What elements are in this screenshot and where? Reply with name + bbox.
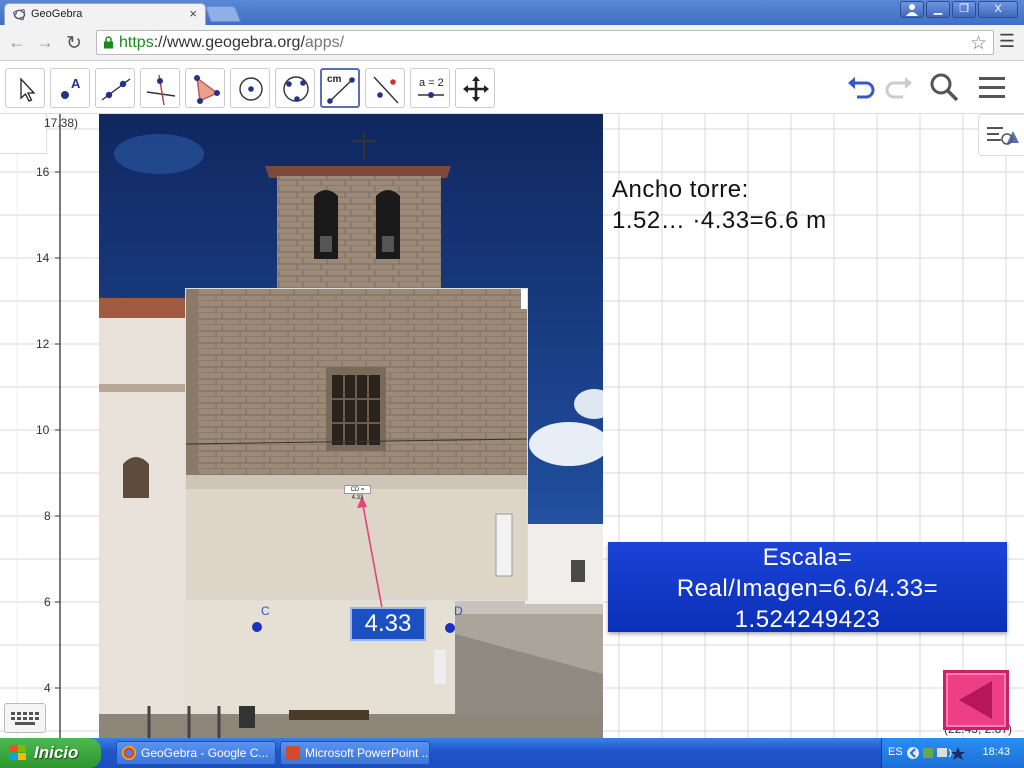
taskbar-item-chrome[interactable]: GeoGebra - Google C...	[116, 741, 276, 765]
lock-icon	[104, 36, 113, 49]
annotation-line-1: Ancho torre:	[612, 176, 749, 203]
annotation-line-2: 1.52… ·4.33=6.6 m	[612, 207, 827, 234]
windows-flag-icon	[9, 745, 26, 760]
close-window-button[interactable]: X	[978, 1, 1018, 18]
point-c[interactable]	[252, 622, 262, 632]
keyboard-button[interactable]	[4, 703, 46, 733]
reflect-tool-button[interactable]	[365, 68, 405, 108]
scale-line-2: Real/Imagen=6.6/4.33=	[676, 575, 939, 602]
user-icon[interactable]	[900, 1, 924, 18]
language-indicator[interactable]: ES	[888, 746, 903, 758]
new-tab-button[interactable]	[205, 6, 241, 22]
reload-icon[interactable]: ↻	[66, 32, 82, 55]
point-tool-button[interactable]: A	[50, 68, 90, 108]
start-label: Inicio	[34, 743, 79, 762]
point-c-label: C	[261, 604, 270, 618]
polygon-tool-button[interactable]	[185, 68, 225, 108]
window-controls: ▁ ❐ X	[900, 1, 1018, 18]
tab-title: GeoGebra	[31, 8, 83, 20]
main-menu-icon[interactable]	[976, 71, 1008, 103]
distance-cd-label: CD = 4.33	[344, 485, 371, 501]
browser-tab-geogebra[interactable]: GeoGebra ×	[4, 3, 206, 25]
chrome-icon	[122, 746, 136, 760]
keyboard-icon	[11, 712, 39, 725]
bookmark-star-icon[interactable]: ☆	[970, 32, 987, 55]
line-tool-button[interactable]	[95, 68, 135, 108]
minimize-button[interactable]: ▁	[926, 1, 950, 18]
back-button[interactable]	[943, 670, 1009, 730]
url-text: https://www.geogebra.org/apps/	[119, 34, 344, 52]
circle-center-point-tool-button[interactable]	[230, 68, 270, 108]
forward-arrow-icon[interactable]: →	[36, 32, 54, 53]
screen: GeoGebra × ▁ ❐ X ← → ↻ https://www.geoge…	[0, 0, 1024, 768]
back-triangle-icon	[959, 681, 992, 719]
scale-text-box[interactable]: Escala= Real/Imagen=6.6/4.33= 1.52424942…	[608, 542, 1007, 633]
move-tool-button[interactable]	[5, 68, 45, 108]
browser-address-bar: ← → ↻ https://www.geogebra.org/apps/ ☆ ☰	[0, 25, 1024, 61]
scale-line-3: 1.524249423	[734, 606, 881, 633]
style-bar-toggle-button[interactable]	[978, 114, 1024, 156]
url-path: apps/	[304, 34, 345, 51]
browser-menu-icon[interactable]: ☰	[999, 31, 1015, 52]
svg-text:A: A	[71, 76, 81, 91]
windows-taskbar: Inicio GeoGebra - Google C... Microsoft …	[0, 738, 1024, 768]
scale-line-1: Escala=	[762, 544, 853, 571]
powerpoint-icon	[286, 746, 300, 760]
tower-width-annotation[interactable]: Ancho torre: 1.52… ·4.33=6.6 m	[612, 174, 827, 236]
slider-tool-button[interactable]: a = 2	[410, 68, 450, 108]
system-tray: ES 18:43	[881, 738, 1024, 768]
point-d-label: D	[454, 604, 463, 618]
geogebra-toolbar: A cm a = 2	[0, 61, 1024, 114]
url-field[interactable]: https://www.geogebra.org/apps/ ☆	[96, 30, 994, 55]
start-button[interactable]: Inicio	[0, 738, 101, 768]
taskbar-item-label: Microsoft PowerPoint ...	[305, 746, 430, 760]
distance-value-box[interactable]: 4.33	[350, 607, 426, 641]
taskbar-item-powerpoint[interactable]: Microsoft PowerPoint ...	[280, 741, 430, 765]
url-scheme: https	[119, 34, 154, 51]
move-graphics-view-tool-button[interactable]	[455, 68, 495, 108]
measurement-vector	[361, 499, 383, 609]
point-d[interactable]	[445, 623, 455, 633]
browser-tab-strip: GeoGebra × ▁ ❐ X	[0, 0, 1024, 25]
circle-3-points-tool-button[interactable]	[275, 68, 315, 108]
tab-close-icon[interactable]: ×	[189, 6, 197, 21]
undo-icon[interactable]	[845, 71, 877, 103]
restore-button[interactable]: ❐	[952, 1, 976, 18]
style-bar-icon	[987, 127, 1019, 145]
distance-tool-text: cm	[327, 74, 342, 85]
back-arrow-icon[interactable]: ←	[8, 32, 26, 53]
tray-icons[interactable]	[906, 745, 966, 761]
distance-tool-button[interactable]: cm	[320, 68, 360, 108]
search-icon[interactable]	[928, 71, 960, 103]
perpendicular-line-tool-button[interactable]	[140, 68, 180, 108]
redo-icon[interactable]	[883, 71, 915, 103]
taskbar-item-label: GeoGebra - Google C...	[141, 746, 269, 760]
clock: 18:43	[982, 746, 1010, 758]
construction-overlay	[252, 496, 455, 633]
geogebra-favicon-icon	[13, 9, 26, 21]
slider-tool-text: a = 2	[419, 77, 444, 89]
graphics-view[interactable]: 17.38) 16 14 12 10 8 6 4 C D CD = 4.33 4…	[0, 114, 1024, 738]
url-host: ://www.geogebra.org/	[153, 34, 305, 51]
